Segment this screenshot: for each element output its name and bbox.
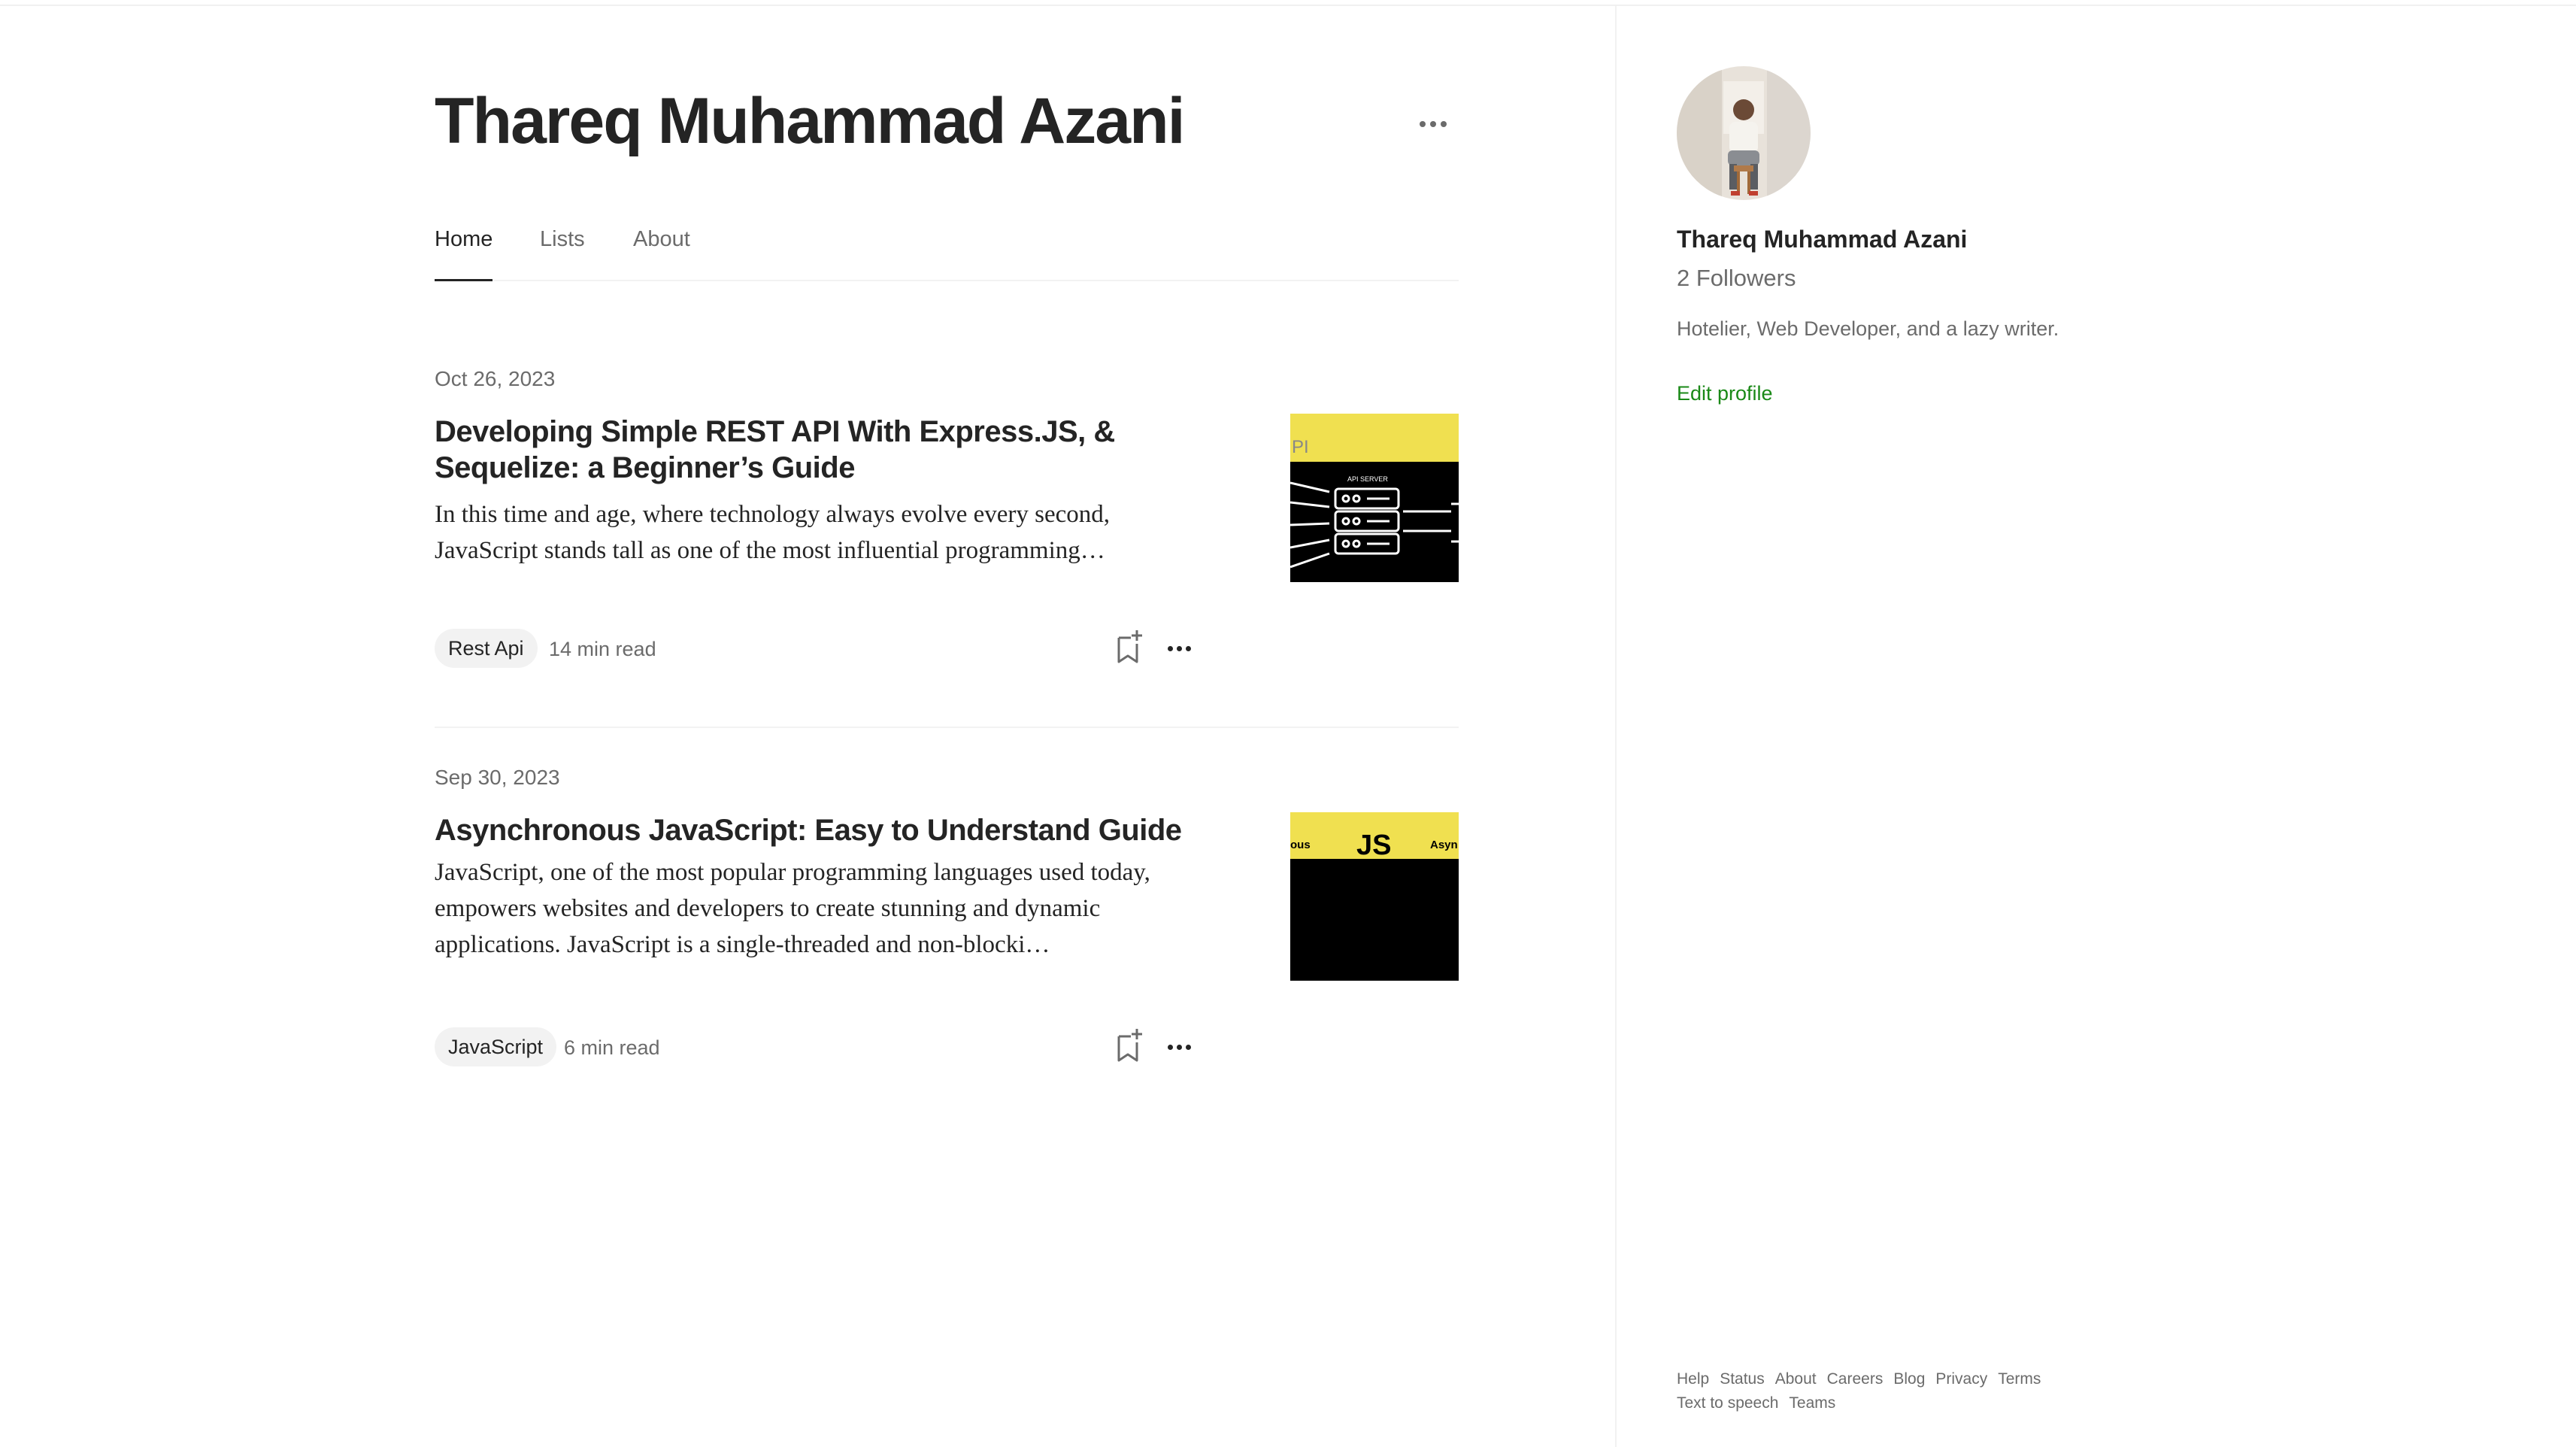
footer-blog[interactable]: Blog — [1893, 1370, 1925, 1388]
read-time: 14 min read — [549, 638, 656, 660]
profile-sidebar: Thareq Muhammad Azani 2 Followers Hoteli… — [1615, 6, 2576, 1447]
article-tag[interactable]: JavaScript — [435, 1027, 557, 1066]
article-date: Sep 30, 2023 — [435, 766, 560, 789]
main-column: Thareq Muhammad Azani Home Lists About O… — [0, 0, 1615, 1447]
footer-teams[interactable]: Teams — [1789, 1394, 1835, 1412]
followers-count[interactable]: 2 Followers — [1677, 265, 1796, 292]
article-divider — [435, 727, 1459, 728]
tab-home[interactable]: Home — [435, 226, 493, 281]
thumb-center-text: JS — [1356, 830, 1391, 861]
more-icon[interactable] — [1412, 111, 1454, 137]
thumb-caption: API SERVER — [1347, 475, 1388, 483]
more-horizontal-icon[interactable] — [1162, 633, 1196, 663]
edit-profile-link[interactable]: Edit profile — [1677, 382, 1773, 405]
bookmark-add-icon[interactable] — [1114, 1027, 1144, 1063]
more-horizontal-icon[interactable] — [1162, 1032, 1196, 1062]
article-title[interactable]: Developing Simple REST API With Express.… — [435, 414, 1186, 486]
article-tag[interactable]: Rest Api — [435, 629, 538, 668]
bookmark-add-icon[interactable] — [1114, 629, 1144, 665]
article-snippet[interactable]: In this time and age, where technology a… — [435, 496, 1194, 569]
article-thumbnail[interactable]: PI API SERVER — [1290, 414, 1459, 582]
footer-careers[interactable]: Careers — [1827, 1370, 1884, 1388]
avatar[interactable] — [1677, 66, 1811, 200]
thumb-text: PI — [1292, 437, 1309, 457]
footer-text-to-speech[interactable]: Text to speech — [1677, 1394, 1778, 1412]
read-time: 6 min read — [564, 1036, 660, 1059]
footer-privacy[interactable]: Privacy — [1935, 1370, 1987, 1388]
article-title[interactable]: Asynchronous JavaScript: Easy to Underst… — [435, 812, 1217, 848]
footer-links: Help Status About Careers Blog Privacy Terms T… — [1677, 1367, 2203, 1415]
tab-about[interactable]: About — [633, 226, 690, 281]
footer-about[interactable]: About — [1775, 1370, 1817, 1388]
page-title: Thareq Muhammad Azani — [435, 85, 1186, 157]
article-snippet[interactable]: JavaScript, one of the most popular prog… — [435, 854, 1194, 963]
footer-terms[interactable]: Terms — [1998, 1370, 2041, 1388]
article-thumbnail[interactable]: ous JS Asyn — [1290, 812, 1459, 981]
profile-tabs: Home Lists About — [435, 226, 1459, 281]
footer-help[interactable]: Help — [1677, 1370, 1709, 1388]
thumb-right-text: Asyn — [1430, 839, 1458, 851]
thumb-left-text: ous — [1290, 839, 1311, 851]
tab-lists[interactable]: Lists — [540, 226, 585, 281]
article-date: Oct 26, 2023 — [435, 367, 556, 390]
footer-status[interactable]: Status — [1720, 1370, 1765, 1388]
profile-bio: Hotelier, Web Developer, and a lazy writ… — [1677, 317, 2059, 340]
article-card: Sep 30, 2023 Asynchronous JavaScript: Ea… — [435, 766, 1459, 1112]
profile-name[interactable]: Thareq Muhammad Azani — [1677, 226, 1967, 253]
article-card: Oct 26, 2023 Developing Simple REST API … — [435, 367, 1459, 713]
